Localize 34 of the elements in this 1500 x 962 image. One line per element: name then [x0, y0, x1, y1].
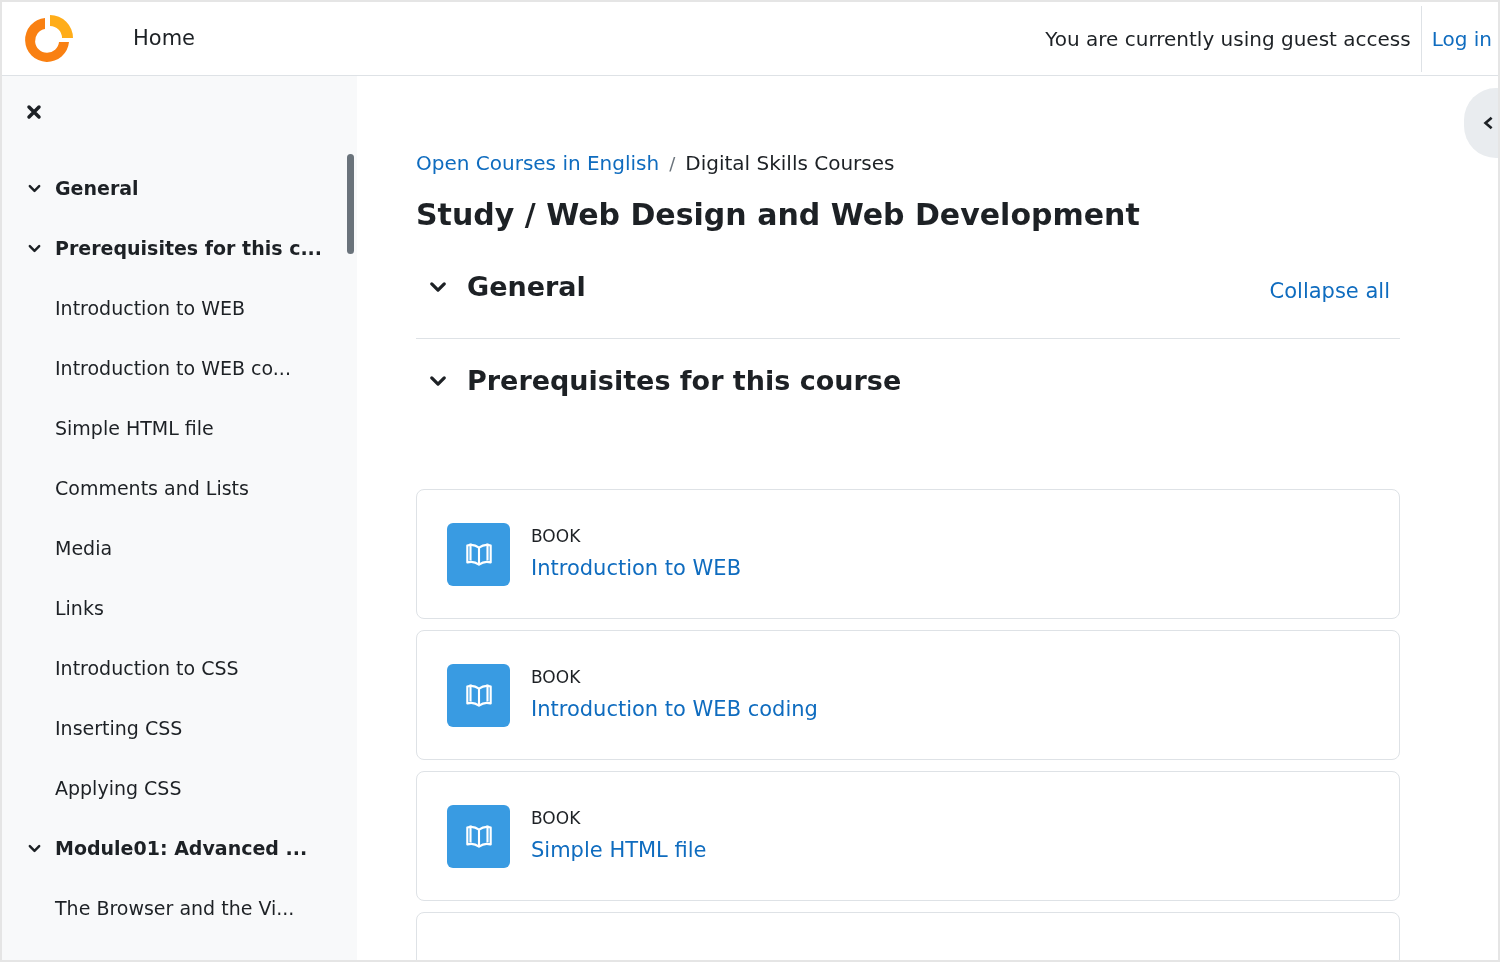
course-index-item[interactable]: Links — [2, 578, 357, 638]
course-index-item[interactable]: Introduction to WEB co... — [2, 338, 357, 398]
login-link[interactable]: Log in — [1421, 23, 1498, 54]
breadcrumb-link[interactable]: Open Courses in English — [416, 148, 660, 178]
guest-access-notice: You are currently using guest access — [1045, 25, 1412, 53]
activity-type: BOOK — [531, 524, 582, 548]
activity-type: BOOK — [531, 665, 582, 689]
breadcrumb-current[interactable]: Digital Skills Courses — [685, 148, 895, 178]
course-index-section[interactable]: Module01: Advanced ... — [2, 818, 357, 878]
course-index-item[interactable]: Media — [2, 518, 357, 578]
course-index-section[interactable]: General — [2, 158, 357, 218]
book-icon — [447, 522, 510, 586]
course-index-item[interactable]: The Browser and the Vi... — [2, 878, 357, 938]
activity-link[interactable]: Introduction to WEB coding — [531, 694, 818, 726]
breadcrumb-separator: / — [669, 151, 676, 176]
book-icon — [447, 663, 510, 727]
book-icon — [447, 804, 510, 868]
scrollbar-thumb[interactable] — [347, 154, 354, 254]
course-index-section[interactable]: Prerequisites for this c... — [2, 218, 357, 278]
course-index-item[interactable]: Introduction to CSS — [2, 638, 357, 698]
activity-type: BOOK — [531, 806, 582, 830]
section-toggle[interactable]: General — [416, 267, 586, 308]
activity-link[interactable]: Simple HTML file — [531, 835, 707, 867]
page-title: Study / Web Design and Web Development — [416, 196, 1141, 234]
section-toggle[interactable]: Prerequisites for this course — [416, 360, 902, 401]
home-link[interactable]: Home — [133, 22, 195, 55]
course-index-item[interactable]: Introduction to WEB — [2, 278, 357, 338]
close-icon[interactable] — [24, 102, 44, 122]
collapse-all-link[interactable]: Collapse all — [1269, 275, 1390, 307]
activity-link[interactable]: Introduction to WEB — [531, 553, 742, 585]
course-index-item[interactable]: Simple HTML file — [2, 398, 357, 458]
course-index-item[interactable]: Applying CSS — [2, 758, 357, 818]
course-index-item[interactable]: Comments and Lists — [2, 458, 357, 518]
course-index-item[interactable]: Inserting CSS — [2, 698, 357, 758]
